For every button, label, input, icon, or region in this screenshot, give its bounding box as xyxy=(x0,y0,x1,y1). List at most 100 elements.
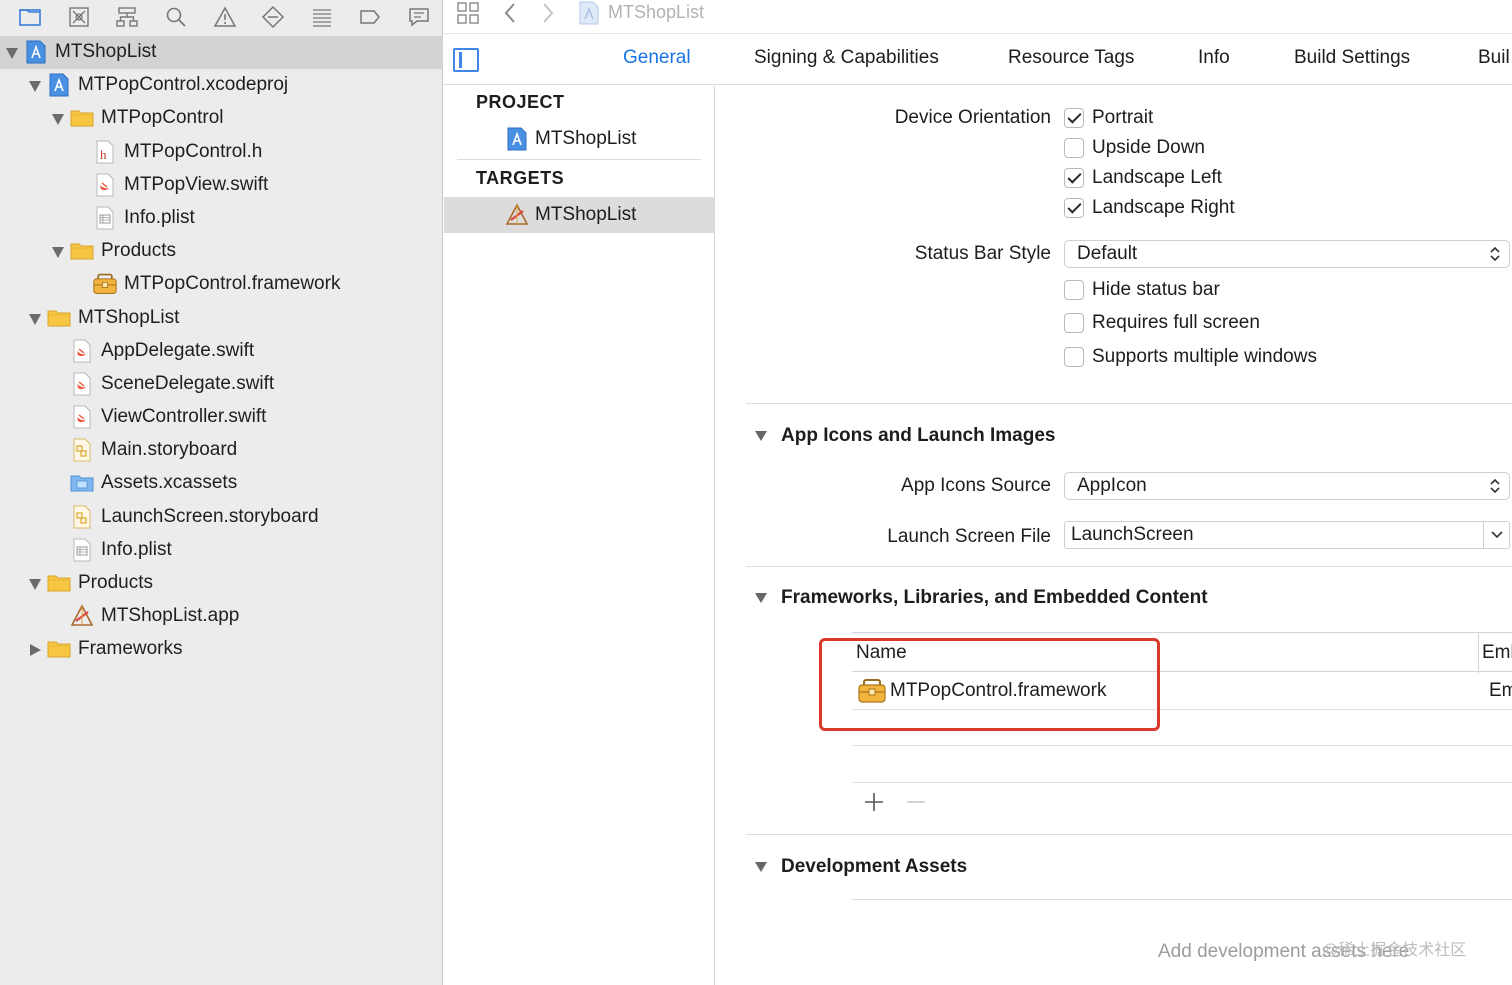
tree-item[interactable]: Products xyxy=(0,235,443,268)
disclosure-expanded-icon[interactable] xyxy=(27,576,43,592)
launch-screen-file-combo[interactable]: LaunchScreen xyxy=(1064,521,1510,549)
tree-item[interactable]: h MTPopControl.h xyxy=(0,136,443,169)
tab-build-settings[interactable]: Build Settings xyxy=(1294,47,1410,69)
tree-item-label: MTPopControl.xcodeproj xyxy=(78,74,289,96)
requires-full-screen-checkbox[interactable] xyxy=(1064,313,1084,333)
tab-build-phases[interactable]: Buil xyxy=(1478,47,1510,69)
project-file-icon xyxy=(578,0,600,26)
device-orientation-label: Device Orientation xyxy=(894,107,1051,128)
debug-icon[interactable] xyxy=(297,2,346,32)
editor-jump-bar: MTShopList xyxy=(444,0,1512,34)
breakpoint-icon[interactable] xyxy=(346,2,395,32)
tree-item[interactable]: MTPopControl.framework xyxy=(0,268,443,301)
disclosure-collapsed-icon[interactable] xyxy=(27,642,43,658)
warning-icon[interactable] xyxy=(200,2,249,32)
tree-item[interactable]: Info.plist xyxy=(0,202,443,235)
navigator-toolbar xyxy=(0,0,443,34)
tree-item[interactable]: SceneDelegate.swift xyxy=(0,368,443,401)
status-bar-style-label: Status Bar Style xyxy=(914,243,1051,264)
tree-item[interactable]: AppDelegate.swift xyxy=(0,335,443,368)
tab-resource-tags[interactable]: Resource Tags xyxy=(1008,47,1134,69)
embed-column-header[interactable]: Emb xyxy=(1482,642,1512,664)
add-framework-button[interactable] xyxy=(862,790,886,814)
landscape-left-label: Landscape Left xyxy=(1092,167,1222,188)
svg-text:h: h xyxy=(100,147,107,162)
back-arrow-icon[interactable] xyxy=(502,0,518,26)
app-target-icon xyxy=(505,203,529,225)
table-row-divider xyxy=(852,782,1512,783)
sidebar-toggle-icon[interactable] xyxy=(453,48,479,72)
requires-full-screen-label: Requires full screen xyxy=(1092,312,1260,333)
remove-framework-button[interactable] xyxy=(904,790,928,814)
tab-info[interactable]: Info xyxy=(1198,47,1230,69)
hide-status-bar-checkbox[interactable] xyxy=(1064,280,1084,300)
tree-item[interactable]: MTPopControl.xcodeproj xyxy=(0,69,443,102)
landscape-right-label: Landscape Right xyxy=(1092,197,1235,218)
targets-section-header: TARGETS xyxy=(476,168,565,188)
updown-chevron-icon xyxy=(1490,478,1500,494)
target-item[interactable]: MTShopList xyxy=(444,197,714,233)
tree-item[interactable]: MTShopList xyxy=(0,302,443,335)
tree-item-label: MTPopControl xyxy=(101,107,224,129)
disclosure-expanded-icon[interactable] xyxy=(27,311,43,327)
table-row-divider xyxy=(852,745,1512,746)
landscape-left-checkbox[interactable] xyxy=(1064,168,1084,188)
hierarchy-icon[interactable] xyxy=(103,2,152,32)
storyboard-icon xyxy=(70,505,94,529)
search-icon[interactable] xyxy=(152,2,201,32)
file-tree: MTShopList MTPopControl.xcodeproj MTPopCon… xyxy=(0,36,443,667)
status-bar-style-popup[interactable]: Default xyxy=(1064,240,1510,268)
tree-item[interactable]: Main.storyboard xyxy=(0,434,443,467)
app-icons-source-popup[interactable]: AppIcon xyxy=(1064,472,1510,500)
tree-item-label: LaunchScreen.storyboard xyxy=(101,505,319,527)
watermark: @稀土掘金技术社区 xyxy=(1322,942,1467,959)
tree-item[interactable]: LaunchScreen.storyboard xyxy=(0,501,443,534)
disclosure-expanded-icon[interactable] xyxy=(27,78,43,94)
chevron-down-icon[interactable] xyxy=(1483,522,1509,548)
project-section-header: PROJECT xyxy=(476,92,565,112)
tree-item[interactable]: MTPopView.swift xyxy=(0,169,443,202)
supports-multiple-windows-checkbox[interactable] xyxy=(1064,347,1084,367)
tree-item[interactable]: ViewController.swift xyxy=(0,401,443,434)
tree-item-label: MTShopList xyxy=(55,41,157,62)
tree-item[interactable]: Assets.xcassets xyxy=(0,467,443,500)
project-item-label: MTShopList xyxy=(535,128,637,149)
report-icon[interactable] xyxy=(395,2,444,32)
folder-icon[interactable] xyxy=(6,2,55,32)
tab-signing-capabilities[interactable]: Signing & Capabilities xyxy=(754,47,939,69)
related-items-icon[interactable] xyxy=(456,0,480,26)
jump-bar-title[interactable]: MTShopList xyxy=(608,2,704,23)
test-icon[interactable] xyxy=(249,2,298,32)
tree-item[interactable]: Frameworks xyxy=(0,633,443,666)
swift-file-icon xyxy=(70,339,94,363)
assets-folder-icon xyxy=(70,471,94,495)
tree-item[interactable]: MTShopList xyxy=(0,36,443,70)
tree-item[interactable]: Info.plist xyxy=(0,534,443,567)
swift-file-icon xyxy=(70,372,94,396)
tab-general[interactable]: General xyxy=(623,47,691,69)
disclosure-expanded-icon[interactable] xyxy=(50,111,66,127)
project-item[interactable]: MTShopList xyxy=(444,121,714,157)
app-icons-source-value: AppIcon xyxy=(1077,475,1147,496)
header-file-icon: h xyxy=(93,140,117,164)
folder-icon xyxy=(47,637,71,661)
disclosure-expanded-icon[interactable] xyxy=(50,244,66,260)
forward-arrow-icon[interactable] xyxy=(540,0,556,26)
tree-item[interactable]: Products xyxy=(0,567,443,600)
column-separator[interactable] xyxy=(1478,633,1479,673)
disclosure-expanded-icon[interactable] xyxy=(4,45,20,61)
tree-item[interactable]: MTPopControl xyxy=(0,102,443,135)
upside-down-checkbox[interactable] xyxy=(1064,138,1084,158)
app-icons-source-label: App Icons Source xyxy=(901,475,1051,496)
swift-file-icon xyxy=(70,405,94,429)
portrait-checkbox[interactable] xyxy=(1064,108,1084,128)
status-bar-style-value: Default xyxy=(1077,243,1138,264)
landscape-right-checkbox[interactable] xyxy=(1064,198,1084,218)
tree-item[interactable]: MTShopList.app xyxy=(0,600,443,633)
disclosure-triangle-icon xyxy=(755,431,767,441)
source-control-icon[interactable] xyxy=(55,2,104,32)
framework-embed-value[interactable]: Em xyxy=(1489,680,1512,702)
tree-item-label: Products xyxy=(101,240,176,262)
swift-file-icon xyxy=(93,173,117,197)
folder-icon xyxy=(70,239,94,263)
